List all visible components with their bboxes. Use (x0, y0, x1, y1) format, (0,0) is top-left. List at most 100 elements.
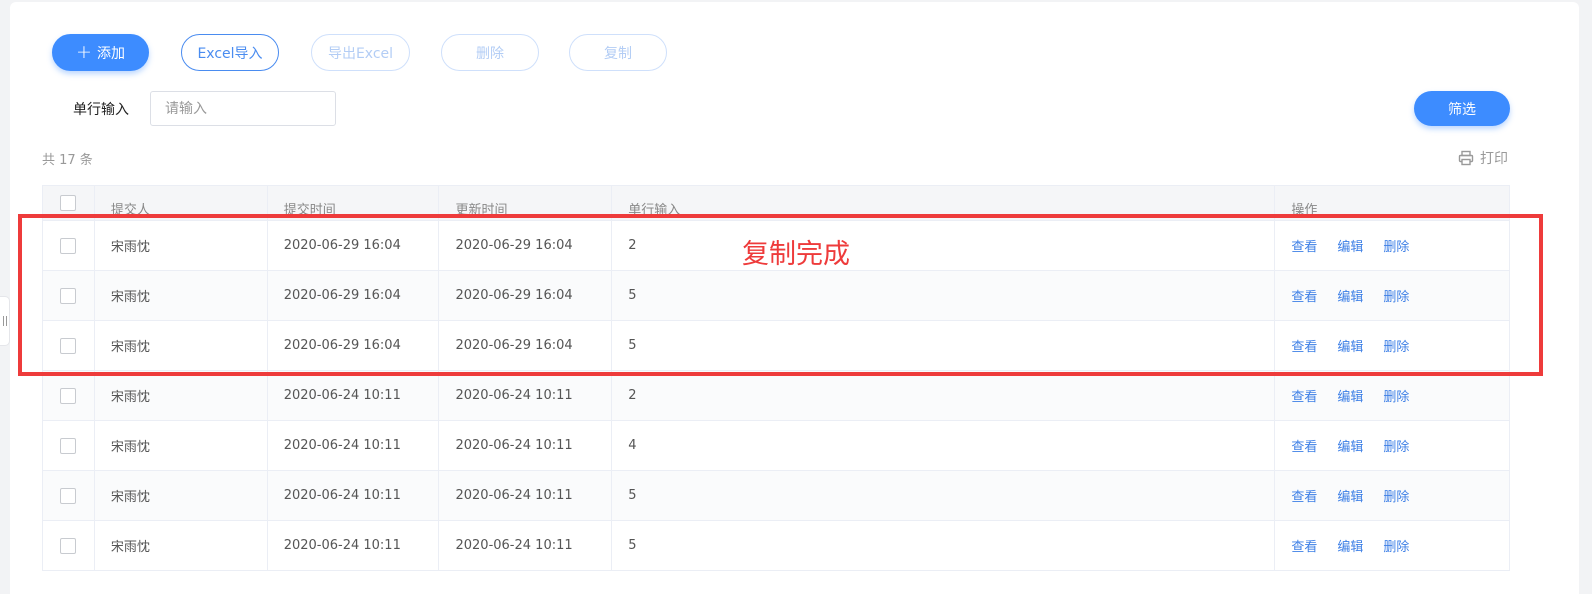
single-line-input-cell: 5 (612, 471, 1276, 520)
add-button[interactable]: + 添加 (52, 34, 149, 71)
submitter-cell: 宋雨忱 (95, 371, 268, 420)
edit-link[interactable]: 编辑 (1337, 486, 1363, 505)
table-row: 宋雨忱 2020-06-24 10:11 2020-06-24 10:11 2 … (43, 371, 1509, 421)
single-line-input-cell: 4 (612, 421, 1276, 470)
row-checkbox[interactable] (60, 537, 77, 554)
single-line-input-cell: 2 (612, 221, 1276, 270)
table-row: 宋雨忱 2020-06-29 16:04 2020-06-29 16:04 5 … (43, 321, 1509, 371)
row-select-cell (43, 421, 95, 470)
row-select-cell (43, 521, 95, 570)
printer-icon (1458, 150, 1474, 166)
submitter-cell: 宋雨忱 (95, 271, 268, 320)
row-checkbox[interactable] (60, 337, 77, 354)
view-link[interactable]: 查看 (1291, 236, 1317, 255)
actions-cell: 查看 编辑 删除 (1275, 421, 1509, 470)
header-submitter: 提交人 (95, 186, 268, 220)
grip-icon (2, 316, 7, 326)
submit-time-cell: 2020-06-24 10:11 (268, 371, 440, 420)
actions-cell: 查看 编辑 删除 (1275, 371, 1509, 420)
delete-link[interactable]: 删除 (1383, 386, 1409, 405)
delete-link[interactable]: 删除 (1383, 336, 1409, 355)
edit-link[interactable]: 编辑 (1337, 386, 1363, 405)
view-link[interactable]: 查看 (1291, 336, 1317, 355)
delete-button[interactable]: 删除 (441, 34, 539, 71)
delete-link[interactable]: 删除 (1383, 436, 1409, 455)
update-time-cell: 2020-06-29 16:04 (439, 221, 613, 270)
submit-time-cell: 2020-06-24 10:11 (268, 521, 440, 570)
row-checkbox[interactable] (60, 437, 77, 454)
submitter-cell: 宋雨忱 (95, 421, 268, 470)
update-time-cell: 2020-06-29 16:04 (439, 321, 613, 370)
edit-link[interactable]: 编辑 (1337, 436, 1363, 455)
edit-link[interactable]: 编辑 (1337, 336, 1363, 355)
actions-cell: 查看 编辑 删除 (1275, 521, 1509, 570)
submit-time-cell: 2020-06-24 10:11 (268, 471, 440, 520)
print-label: 打印 (1480, 151, 1508, 167)
view-link[interactable]: 查看 (1291, 386, 1317, 405)
view-link[interactable]: 查看 (1291, 486, 1317, 505)
edit-link[interactable]: 编辑 (1337, 286, 1363, 305)
header-select-cell (43, 186, 95, 220)
submit-time-cell: 2020-06-29 16:04 (268, 221, 440, 270)
actions-cell: 查看 编辑 删除 (1275, 321, 1509, 370)
export-excel-button[interactable]: 导出Excel (311, 34, 410, 71)
total-count: 共 17 条 (42, 153, 93, 168)
row-select-cell (43, 221, 95, 270)
copy-complete-annotation: 复制完成 (742, 239, 850, 270)
header-single-line-input: 单行输入 (612, 186, 1276, 220)
update-time-cell: 2020-06-24 10:11 (439, 371, 613, 420)
row-select-cell (43, 321, 95, 370)
update-time-cell: 2020-06-29 16:04 (439, 271, 613, 320)
row-select-cell (43, 371, 95, 420)
actions-cell: 查看 编辑 删除 (1275, 221, 1509, 270)
plus-icon: + (76, 41, 92, 63)
excel-import-button[interactable]: Excel导入 (181, 34, 279, 71)
edit-link[interactable]: 编辑 (1337, 236, 1363, 255)
update-time-cell: 2020-06-24 10:11 (439, 521, 613, 570)
row-checkbox[interactable] (60, 487, 77, 504)
row-checkbox[interactable] (60, 237, 77, 254)
submit-time-cell: 2020-06-29 16:04 (268, 271, 440, 320)
row-checkbox[interactable] (60, 287, 77, 304)
view-link[interactable]: 查看 (1291, 436, 1317, 455)
row-select-cell (43, 271, 95, 320)
submitter-cell: 宋雨忱 (95, 321, 268, 370)
side-collapse-handle[interactable] (0, 296, 10, 346)
single-line-input-cell: 5 (612, 271, 1276, 320)
submitter-cell: 宋雨忱 (95, 521, 268, 570)
table-row: 宋雨忱 2020-06-24 10:11 2020-06-24 10:11 4 … (43, 421, 1509, 471)
header-actions: 操作 (1291, 203, 1318, 218)
row-select-cell (43, 471, 95, 520)
single-line-filter-input[interactable] (150, 91, 336, 126)
submitter-cell: 宋雨忱 (95, 221, 268, 270)
actions-cell: 查看 编辑 删除 (1275, 271, 1509, 320)
copy-button[interactable]: 复制 (569, 34, 667, 71)
single-line-input-cell: 5 (612, 321, 1276, 370)
view-link[interactable]: 查看 (1291, 286, 1317, 305)
row-checkbox[interactable] (60, 387, 77, 404)
single-line-input-cell: 2 (612, 371, 1276, 420)
view-link[interactable]: 查看 (1291, 536, 1317, 555)
filter-label: 单行输入 (73, 102, 129, 118)
update-time-cell: 2020-06-24 10:11 (439, 421, 613, 470)
delete-link[interactable]: 删除 (1383, 536, 1409, 555)
delete-link[interactable]: 删除 (1383, 286, 1409, 305)
actions-cell: 查看 编辑 删除 (1275, 471, 1509, 520)
submit-time-cell: 2020-06-24 10:11 (268, 421, 440, 470)
header-update-time: 更新时间 (439, 186, 613, 220)
edit-link[interactable]: 编辑 (1337, 536, 1363, 555)
print-button[interactable]: 打印 (1458, 148, 1508, 168)
table-row: 宋雨忱 2020-06-24 10:11 2020-06-24 10:11 5 … (43, 471, 1509, 521)
delete-link[interactable]: 删除 (1383, 236, 1409, 255)
table-row: 宋雨忱 2020-06-29 16:04 2020-06-29 16:04 5 … (43, 271, 1509, 321)
update-time-cell: 2020-06-24 10:11 (439, 471, 613, 520)
submit-time-cell: 2020-06-29 16:04 (268, 321, 440, 370)
single-line-input-cell: 5 (612, 521, 1276, 570)
filter-button[interactable]: 筛选 (1414, 91, 1510, 126)
submitter-cell: 宋雨忱 (95, 471, 268, 520)
delete-link[interactable]: 删除 (1383, 486, 1409, 505)
select-all-checkbox[interactable] (60, 195, 77, 211)
add-button-label: 添加 (96, 45, 125, 62)
table-row: 宋雨忱 2020-06-24 10:11 2020-06-24 10:11 5 … (43, 521, 1509, 571)
header-submit-time: 提交时间 (268, 186, 440, 220)
